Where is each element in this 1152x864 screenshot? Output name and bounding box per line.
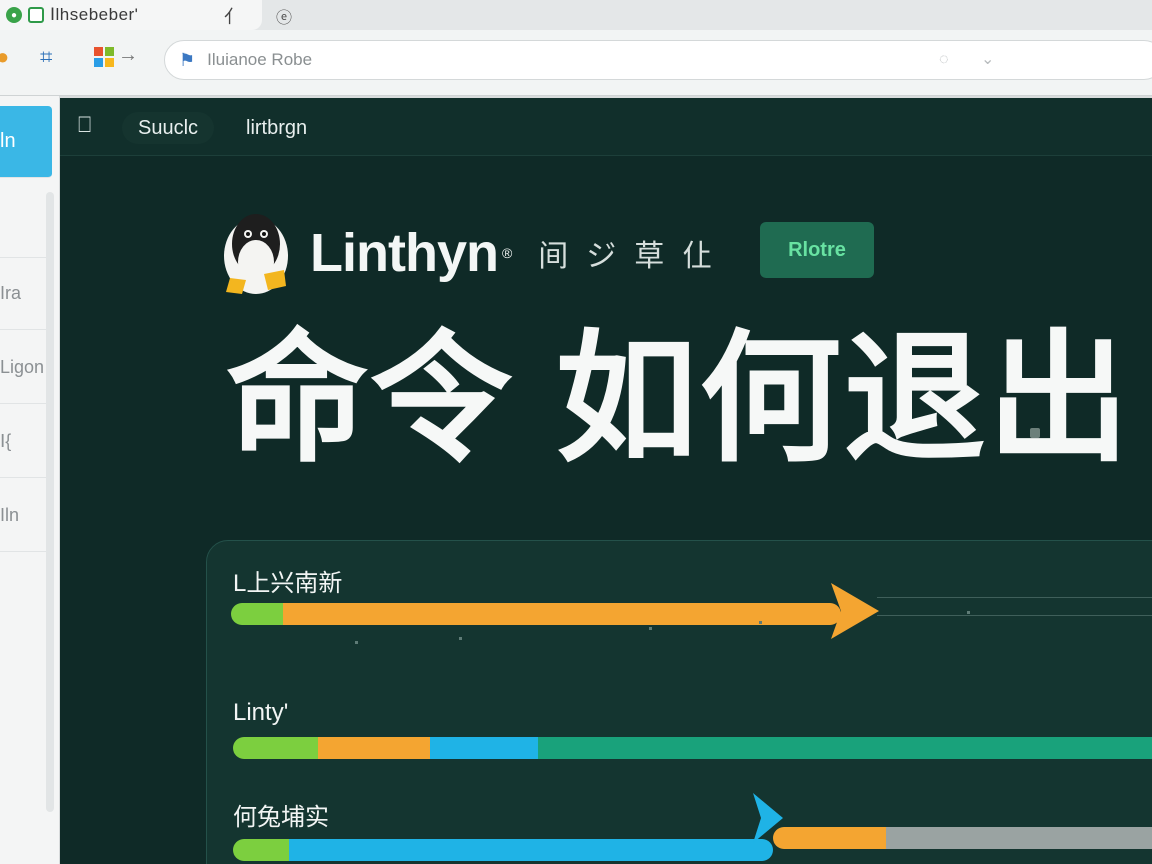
tick-mark <box>355 641 358 644</box>
row-label-1: L上兴南新 <box>233 570 343 597</box>
row-label-3: 何兔埔实 <box>233 804 329 831</box>
address-bar: ● ⌗ → ⚑ Iluianoe Robe ◌ ⌄ <box>0 30 1152 96</box>
sidebar-item-label: Ⅰ{ <box>0 431 12 451</box>
bar-segment <box>233 839 289 861</box>
bar-segment <box>885 827 1152 849</box>
sidebar-item-6[interactable]: Iln <box>0 480 52 552</box>
nav-item-1[interactable]: Suuclc <box>122 112 215 144</box>
page-title: 命令 如何退出 <box>226 320 1132 479</box>
row-label-2: Linty' <box>233 699 289 726</box>
bar-segment <box>282 603 841 625</box>
guide-line <box>877 597 1152 598</box>
sidebar-item-label: Ligon <box>0 357 45 377</box>
bar-segment <box>773 827 886 849</box>
extension-icon[interactable]: ● <box>0 44 9 70</box>
progress-bar-1 <box>231 603 841 625</box>
bar-segment <box>317 737 431 759</box>
sidebar: ln Ira Ligon Ⅰ{ Iln <box>0 96 60 864</box>
nav-item-2[interactable]: lirtbrgn <box>230 112 323 144</box>
tick-mark <box>967 611 970 614</box>
sidebar-item-1[interactable]: ln <box>0 106 52 178</box>
browser-tab-active[interactable]: ● Ⅰlhsebeber' ⺅ <box>0 0 262 30</box>
bar-segment <box>538 737 1152 759</box>
tab-tool-icon[interactable]: ⺅ <box>224 3 242 29</box>
arrow-head-1 <box>831 583 879 639</box>
bar-segment <box>233 737 318 759</box>
hash-icon[interactable]: ⌗ <box>40 44 52 70</box>
site-info-icon[interactable]: ⚑ <box>179 50 195 71</box>
progress-bar-2 <box>233 737 1152 759</box>
brand-name: Linthyn <box>310 223 499 283</box>
progress-bar-3 <box>233 839 773 861</box>
progress-card: L上兴南新 Linty' 何兔埔实 <box>206 540 1152 864</box>
browser-tab-inactive-icon[interactable]: ⓔ <box>276 4 292 28</box>
guide-line <box>877 615 1152 616</box>
windows-logo-icon[interactable] <box>94 47 114 67</box>
sidebar-item-2[interactable] <box>0 186 52 258</box>
main-page: ⎕ Suuclc lirtbrgn Linthyn ® 间ジ草仩 Rlotre … <box>60 98 1152 864</box>
sidebar-item-3[interactable]: Ira <box>0 258 52 330</box>
spreadsheet-icon <box>28 7 44 23</box>
headline-cursor <box>1030 428 1040 438</box>
tick-mark <box>649 627 652 630</box>
book-icon[interactable]: ⎕ <box>78 112 91 138</box>
brand-tagline: 间ジ草仩 <box>538 240 731 273</box>
sidebar-item-label: ln <box>0 130 16 152</box>
site-nav: ⎕ Suuclc lirtbrgn <box>60 98 1152 156</box>
url-text: Iluianoe Robe <box>207 50 313 69</box>
sidebar-item-4[interactable]: Ligon <box>0 332 52 404</box>
progress-bar-3-tail <box>773 827 1152 849</box>
tick-mark <box>459 637 462 640</box>
sidebar-item-label: Ira <box>0 283 22 303</box>
registered-mark: ® <box>501 245 513 261</box>
refresh-icon[interactable]: ◌ <box>939 51 949 69</box>
penguin-logo-icon <box>224 214 288 294</box>
chevron-down-icon[interactable]: ⌄ <box>981 49 994 69</box>
tab-title: Ⅰlhsebeber' <box>50 5 139 24</box>
bar-segment <box>430 737 539 759</box>
sidebar-item-label: Iln <box>0 505 20 525</box>
forward-arrow-icon[interactable]: → <box>118 44 138 67</box>
tab-bar: ● Ⅰlhsebeber' ⺅ ⓔ <box>0 0 1152 30</box>
arrow-shape-1 <box>831 583 879 639</box>
bar-segment <box>288 839 773 861</box>
tick-mark <box>759 621 762 624</box>
brand-header: Linthyn ® 间ジ草仩 <box>220 208 730 298</box>
bar-segment <box>231 603 283 625</box>
sidebar-item-5[interactable]: Ⅰ{ <box>0 406 52 478</box>
sidebar-scrollbar[interactable] <box>46 192 54 812</box>
url-input[interactable]: ⚑ Iluianoe Robe ◌ ⌄ <box>164 40 1152 80</box>
brand-action-button[interactable]: Rlotre <box>760 222 874 278</box>
status-dot-icon: ● <box>6 7 22 23</box>
